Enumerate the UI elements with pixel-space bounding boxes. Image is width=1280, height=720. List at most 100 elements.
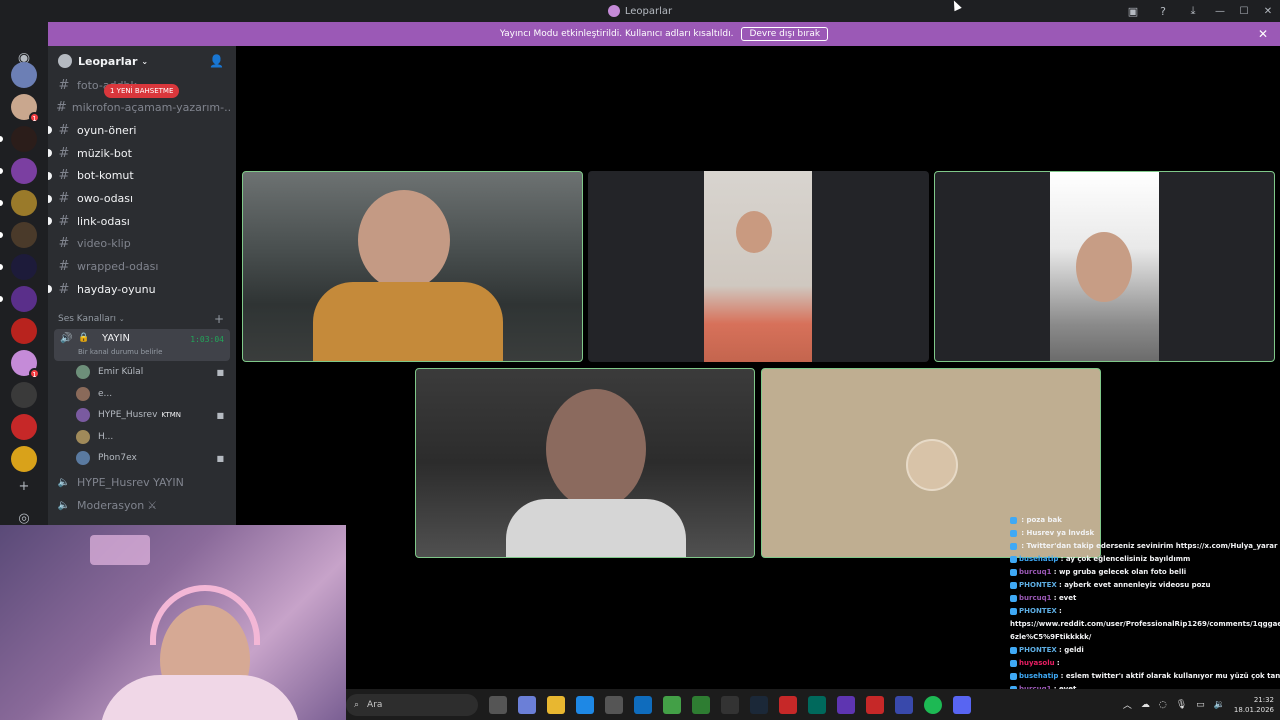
chat-text: : ay çok eğlencelisiniz bayıldımm [1060, 555, 1191, 563]
file-explorer-icon[interactable] [547, 695, 565, 714]
server-icon[interactable] [0, 190, 37, 216]
participant-video [506, 499, 686, 557]
voice-member[interactable]: e... [76, 385, 226, 403]
add-channel-icon[interactable]: + [214, 312, 224, 326]
server-icon-selected[interactable]: 1 [11, 350, 40, 379]
participant-video [546, 389, 646, 509]
video-tile[interactable] [242, 171, 583, 362]
close-icon[interactable]: ✕ [1258, 27, 1268, 41]
video-tile[interactable] [934, 171, 1275, 362]
app-icon[interactable] [895, 695, 913, 714]
network-icon[interactable]: ◌ [1159, 700, 1167, 710]
cloud-icon[interactable]: ☁ [1141, 700, 1150, 710]
voice-channel[interactable]: 🔈 HYPE_Husrev YAYIN [56, 476, 184, 489]
disable-streamer-mode-button[interactable]: Devre dışı bırak [741, 27, 829, 41]
discord-taskbar-icon[interactable] [953, 695, 971, 714]
download-icon[interactable]: ⤓ [1178, 4, 1208, 18]
channel-name: müzik-bot [77, 146, 132, 160]
epic-games-icon[interactable] [721, 695, 739, 714]
video-tile[interactable] [415, 368, 755, 558]
add-server-icon[interactable]: + [11, 474, 37, 500]
help-icon[interactable]: ? [1148, 5, 1178, 18]
inbox-icon[interactable]: ▣ [1118, 5, 1148, 18]
server-icon[interactable] [11, 318, 37, 344]
server-icon[interactable] [11, 62, 37, 88]
chat-username: huyasolu [1019, 659, 1055, 667]
app-icon[interactable] [779, 695, 797, 714]
server-list: ◉ 1 1 + ◎ [0, 22, 48, 526]
server-header[interactable]: Leoparlar ⌄ 👤 [48, 46, 236, 76]
edge-icon[interactable] [576, 695, 594, 714]
server-icon[interactable] [11, 446, 37, 472]
display-icon[interactable]: ▭ [1196, 700, 1205, 710]
text-channel[interactable]: # müzik-bot [56, 143, 230, 163]
text-channel[interactable]: # hayday-oyunu [56, 279, 230, 299]
text-channel[interactable]: # link-odası [56, 211, 230, 231]
text-channel[interactable]: # wrapped-odası [56, 257, 230, 277]
server-icon[interactable] [11, 382, 37, 408]
server-icon[interactable] [0, 222, 37, 248]
xbox-icon[interactable] [663, 695, 681, 714]
participant-video [1050, 172, 1159, 361]
chat-username: PHONTEX [1019, 607, 1057, 615]
voice-member[interactable]: Emir Külal ■ [76, 363, 226, 381]
video-tile[interactable] [588, 171, 929, 362]
server-boost-icon [58, 54, 72, 68]
chrome-icon[interactable] [692, 695, 710, 714]
clock[interactable]: 21:32 18.01.2026 [1234, 695, 1274, 715]
server-icon[interactable] [11, 414, 37, 440]
chat-message: https://www.reddit.com/user/Professional… [1010, 618, 1280, 631]
channel-status[interactable]: Bir kanal durumu belirle [78, 348, 162, 356]
voice-member[interactable]: H... [76, 428, 226, 446]
server-icon[interactable] [0, 126, 37, 152]
server-icon[interactable] [0, 158, 37, 184]
server-icon[interactable] [0, 286, 37, 312]
outlook-icon[interactable] [634, 695, 652, 714]
close-window-button[interactable]: ✕ [1256, 6, 1280, 17]
invite-people-icon[interactable]: 👤 [209, 54, 224, 68]
app-icon[interactable] [808, 695, 826, 714]
server-icon[interactable] [0, 254, 37, 280]
task-view-icon[interactable] [489, 695, 507, 714]
chat-text: 6zle%C5%9Ftikkkkk/ [1010, 633, 1092, 641]
text-channel[interactable]: # bot-komut [56, 166, 230, 186]
taskbar-search[interactable]: ⌕ Ara [346, 693, 478, 716]
hash-icon: # [58, 213, 70, 229]
channel-name: wrapped-odası [77, 260, 159, 274]
participant-avatar [906, 439, 958, 491]
chat-text: : Husrev ya lnvdsk [1021, 529, 1095, 537]
chat-message: burcuq1 : evet [1010, 592, 1280, 605]
participant-video [358, 190, 450, 290]
copilot-icon[interactable] [518, 695, 536, 714]
voice-category[interactable]: Ses Kanalları ⌄ + [58, 312, 228, 326]
minimize-button[interactable]: — [1208, 6, 1232, 17]
server-icon[interactable]: 1 [11, 94, 40, 123]
chevron-up-icon[interactable]: ︿ [1123, 698, 1132, 711]
microphone-icon[interactable]: 🎙 [1176, 700, 1187, 710]
lock-icon: 🔒 [78, 333, 90, 343]
voice-channel-name: YAYIN [102, 333, 130, 344]
steam-icon[interactable] [750, 695, 768, 714]
spotify-icon[interactable] [924, 695, 942, 714]
chat-message: PHONTEX : ayberk evet annenleyiz videosu… [1010, 579, 1280, 592]
channel-name: link-odası [77, 214, 130, 228]
text-channel[interactable]: # video-klip [56, 234, 230, 254]
voice-channel[interactable]: 🔈 Moderasyon ⚔ [56, 499, 157, 512]
chat-text: : geldi [1059, 646, 1084, 654]
voice-channel-active[interactable]: 🔊 🔒 YAYIN 1:03:04 Bir kanal durumu belir… [54, 329, 230, 361]
text-channel[interactable]: # owo-odası [56, 189, 230, 209]
maximize-button[interactable]: ☐ [1232, 6, 1256, 17]
volume-icon[interactable]: 🔉 [1214, 700, 1225, 710]
voice-member[interactable]: HYPE_Husrev KTMN ■ [76, 406, 226, 424]
new-mention-pill[interactable]: 1 YENİ BAHSETME [104, 84, 180, 98]
member-name: Phon7ex [98, 453, 137, 463]
text-channel[interactable]: # mikrofon-açamam-yazarım-... [56, 98, 230, 118]
clock-time: 21:32 [1253, 695, 1274, 704]
text-channel[interactable]: # oyun-öneri [56, 120, 230, 140]
app-icon[interactable] [837, 695, 855, 714]
channel-name: mikrofon-açamam-yazarım-... [71, 101, 230, 115]
store-icon[interactable] [605, 695, 623, 714]
app-icon[interactable] [866, 695, 884, 714]
search-placeholder: Ara [367, 699, 383, 710]
voice-member[interactable]: Phon7ex ■ [76, 449, 226, 467]
